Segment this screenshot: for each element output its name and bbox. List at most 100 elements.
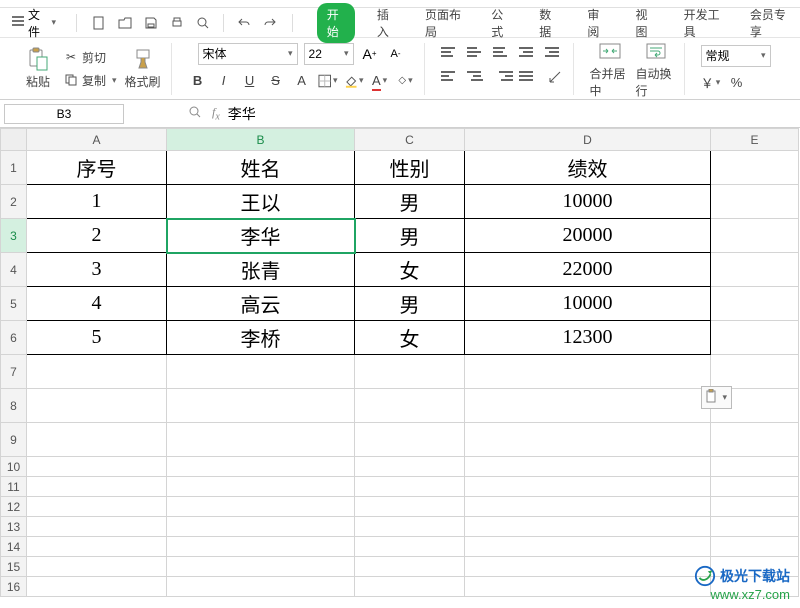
row-header-8[interactable]: 8 <box>1 389 27 423</box>
row-header-16[interactable]: 16 <box>1 577 27 597</box>
cell-D3[interactable]: 20000 <box>465 219 711 253</box>
col-header-C[interactable]: C <box>355 129 465 151</box>
cell-A16[interactable] <box>27 577 167 597</box>
row-header-11[interactable]: 11 <box>1 477 27 497</box>
cell-D8[interactable] <box>465 389 711 423</box>
tab-pagelayout[interactable]: 页面布局 <box>417 2 469 44</box>
cell-D2[interactable]: 10000 <box>465 185 711 219</box>
print-icon[interactable] <box>169 15 185 31</box>
cell-A7[interactable] <box>27 355 167 389</box>
cell-D11[interactable] <box>465 477 711 497</box>
cell-C4[interactable]: 女 <box>355 253 465 287</box>
percent-button[interactable]: % <box>727 73 747 93</box>
strikethrough-button[interactable]: S <box>266 71 286 91</box>
cell-E11[interactable] <box>711 477 799 497</box>
cell-C6[interactable]: 女 <box>355 321 465 355</box>
tab-view[interactable]: 视图 <box>628 2 662 44</box>
cell-A9[interactable] <box>27 423 167 457</box>
italic-button[interactable]: I <box>214 71 234 91</box>
cell-A3[interactable]: 2 <box>27 219 167 253</box>
cell-D7[interactable] <box>465 355 711 389</box>
tab-insert[interactable]: 插入 <box>369 2 403 44</box>
cell-A6[interactable]: 5 <box>27 321 167 355</box>
undo-icon[interactable] <box>236 15 252 31</box>
typography-button[interactable]: A <box>292 71 312 91</box>
cell-A14[interactable] <box>27 537 167 557</box>
cell-C14[interactable] <box>355 537 465 557</box>
cell-E14[interactable] <box>711 537 799 557</box>
cell-E3[interactable] <box>711 219 799 253</box>
cell-E4[interactable] <box>711 253 799 287</box>
cell-E13[interactable] <box>711 517 799 537</box>
cell-B6[interactable]: 李桥 <box>167 321 355 355</box>
zoom-icon[interactable] <box>188 105 202 122</box>
col-header-A[interactable]: A <box>27 129 167 151</box>
orientation-button[interactable] <box>545 67 565 87</box>
indent-decrease-button[interactable] <box>519 43 539 61</box>
formatpainter-button[interactable]: 格式刷 <box>123 47 163 90</box>
file-menu[interactable]: 文件 ▾ <box>6 4 62 42</box>
cell-D15[interactable] <box>465 557 711 577</box>
cell-E7[interactable] <box>711 355 799 389</box>
cell-A8[interactable] <box>27 389 167 423</box>
cell-B12[interactable] <box>167 497 355 517</box>
fillcolor-button[interactable]: ▾ <box>344 71 364 91</box>
row-header-13[interactable]: 13 <box>1 517 27 537</box>
fontcolor-button[interactable]: A ▾ <box>370 71 390 91</box>
save-icon[interactable] <box>143 15 159 31</box>
cell-C3[interactable]: 男 <box>355 219 465 253</box>
cell-C16[interactable] <box>355 577 465 597</box>
tab-member[interactable]: 会员专享 <box>742 2 794 44</box>
cell-D6[interactable]: 12300 <box>465 321 711 355</box>
cell-B16[interactable] <box>167 577 355 597</box>
paste-button[interactable]: 粘贴 <box>18 47 58 90</box>
col-header-E[interactable]: E <box>711 129 799 151</box>
cell-D10[interactable] <box>465 457 711 477</box>
align-left-button[interactable] <box>441 67 461 85</box>
indent-increase-button[interactable] <box>545 43 565 61</box>
cell-C5[interactable]: 男 <box>355 287 465 321</box>
cell-B4[interactable]: 张青 <box>167 253 355 287</box>
cell-A5[interactable]: 4 <box>27 287 167 321</box>
row-header-2[interactable]: 2 <box>1 185 27 219</box>
cell-A13[interactable] <box>27 517 167 537</box>
align-bottom-button[interactable] <box>493 43 513 61</box>
tab-devtools[interactable]: 开发工具 <box>676 2 728 44</box>
cell-B2[interactable]: 王以 <box>167 185 355 219</box>
bold-button[interactable]: B <box>188 71 208 91</box>
cell-D16[interactable] <box>465 577 711 597</box>
cell-B10[interactable] <box>167 457 355 477</box>
cell-E10[interactable] <box>711 457 799 477</box>
cell-B3[interactable]: 李华 <box>167 219 355 253</box>
justify-button[interactable] <box>519 67 539 85</box>
cell-A12[interactable] <box>27 497 167 517</box>
cell-D13[interactable] <box>465 517 711 537</box>
cell-C13[interactable] <box>355 517 465 537</box>
cell-C9[interactable] <box>355 423 465 457</box>
cell-B9[interactable] <box>167 423 355 457</box>
cell-B11[interactable] <box>167 477 355 497</box>
cell-D1[interactable]: 绩效 <box>465 151 711 185</box>
increase-font-button[interactable]: A+ <box>360 44 380 64</box>
number-format-select[interactable]: 常规 ▾ <box>701 45 771 67</box>
decrease-font-button[interactable]: A- <box>386 44 406 64</box>
cell-C8[interactable] <box>355 389 465 423</box>
wrap-button[interactable]: 自动换行 <box>636 39 676 99</box>
cell-B13[interactable] <box>167 517 355 537</box>
cell-B7[interactable] <box>167 355 355 389</box>
align-right-button[interactable] <box>493 67 513 85</box>
cell-A11[interactable] <box>27 477 167 497</box>
cell-C10[interactable] <box>355 457 465 477</box>
redo-icon[interactable] <box>262 15 278 31</box>
col-header-D[interactable]: D <box>465 129 711 151</box>
tab-formula[interactable]: 公式 <box>483 2 517 44</box>
cell-C11[interactable] <box>355 477 465 497</box>
cell-B8[interactable] <box>167 389 355 423</box>
cell-E5[interactable] <box>711 287 799 321</box>
tab-review[interactable]: 审阅 <box>579 2 613 44</box>
underline-button[interactable]: U <box>240 71 260 91</box>
row-header-12[interactable]: 12 <box>1 497 27 517</box>
cell-A10[interactable] <box>27 457 167 477</box>
spreadsheet[interactable]: A B C D E 1 序号 姓名 性别 绩效 2 1 王以 男 10000 3… <box>0 128 800 597</box>
cell-E1[interactable] <box>711 151 799 185</box>
